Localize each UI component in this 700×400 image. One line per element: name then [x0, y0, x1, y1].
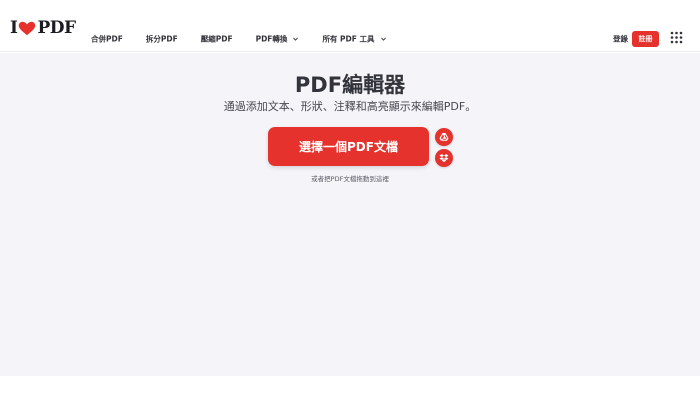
nav-convert-pdf-label: PDF轉換 — [255, 34, 288, 44]
chevron-down-icon — [293, 37, 299, 41]
nav-compress-pdf-label: 壓縮PDF — [200, 34, 233, 44]
chevron-down-icon — [380, 37, 386, 41]
heart-icon — [19, 21, 36, 35]
main-nav: 合併PDF 拆分PDF 壓縮PDF PDF轉換 所有 PDF 工具 — [91, 34, 387, 45]
drop-hint: 或者把PDF文檔拖動到這裡 — [311, 175, 389, 183]
nav-convert-pdf[interactable]: PDF轉換 — [256, 34, 300, 45]
signup-button[interactable]: 註冊 — [632, 31, 659, 47]
page-subtitle: 通過添加文本、形狀、注釋和高亮顯示來編輯PDF。 — [223, 100, 477, 113]
nav-all-pdf-tools[interactable]: 所有 PDF 工具 — [322, 34, 386, 45]
logo-suffix: PDF — [37, 18, 76, 38]
top-header: I PDF 合併PDF 拆分PDF 壓縮PDF PDF轉換 所有 PDF 工具 … — [0, 0, 700, 52]
select-pdf-button[interactable]: 選擇一個PDF文檔 — [268, 127, 429, 166]
nav-merge-pdf[interactable]: 合併PDF — [91, 34, 123, 45]
nav-merge-pdf-label: 合併PDF — [91, 34, 123, 44]
nav-all-pdf-tools-label: 所有 PDF 工具 — [322, 34, 375, 44]
logo-prefix: I — [10, 18, 18, 38]
login-link[interactable]: 登錄 — [613, 34, 628, 45]
dropbox-button[interactable] — [435, 149, 453, 167]
select-pdf-button-label: 選擇一個PDF文檔 — [299, 140, 398, 154]
ilovepdf-logo[interactable]: I PDF — [10, 18, 76, 38]
nav-compress-pdf[interactable]: 壓縮PDF — [201, 34, 233, 45]
nav-split-pdf-label: 拆分PDF — [145, 34, 178, 44]
google-drive-icon — [439, 133, 449, 141]
page: I PDF 合併PDF 拆分PDF 壓縮PDF PDF轉換 所有 PDF 工具 … — [0, 0, 700, 400]
grid-icon[interactable] — [670, 31, 683, 44]
page-title: PDF編輯器 — [294, 73, 406, 97]
editor-landing: PDF編輯器 通過添加文本、形狀、注釋和高亮顯示來編輯PDF。 選擇一個PDF文… — [0, 53, 700, 376]
nav-split-pdf[interactable]: 拆分PDF — [146, 34, 178, 45]
page-bottom — [0, 376, 700, 400]
google-drive-button[interactable] — [435, 128, 453, 146]
dropbox-icon — [439, 154, 449, 163]
